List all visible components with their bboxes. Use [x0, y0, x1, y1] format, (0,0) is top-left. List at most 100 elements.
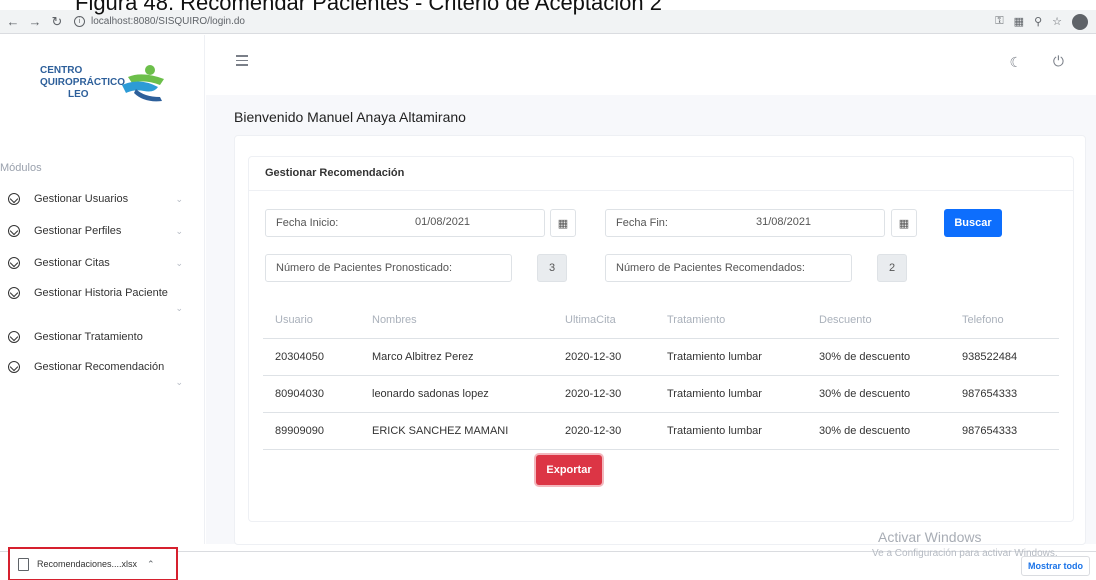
sidebar-item-citas[interactable]: Gestionar Citas ⌄ — [0, 247, 205, 279]
app-shell: CENTRO QUIROPRÁCTICO LEO Módulos Gestion… — [0, 35, 1096, 545]
header-nombres[interactable]: Nombres — [360, 314, 553, 326]
sidebar-item-tratamiento[interactable]: Gestionar Tratamiento ⌄ — [0, 321, 205, 353]
logo-line-3: LEO — [68, 89, 89, 100]
activation-watermark-title: Activar Windows — [878, 529, 982, 545]
top-bar: ☾ ⏻ — [206, 35, 1096, 95]
table-row[interactable]: 20304050 Marco Albitrez Perez 2020-12-30… — [263, 339, 1059, 376]
cell-nombres: leonardo sadonas lopez — [372, 388, 489, 400]
pronosticado-count: 3 — [537, 254, 567, 282]
menu-toggle-icon[interactable] — [236, 55, 248, 66]
cell-telefono: 987654333 — [962, 425, 1018, 437]
cell-descuento: 30% de descuento — [819, 351, 911, 363]
content-panel: Gestionar Recomendación Fecha Inicio: 01… — [234, 135, 1086, 545]
file-icon — [18, 557, 29, 571]
module-icon — [8, 225, 20, 237]
cell-tratamiento: Tratamiento lumbar — [667, 425, 762, 437]
sidebar-item-perfiles[interactable]: Gestionar Perfiles ⌄ — [0, 215, 205, 247]
modules-title: Módulos — [0, 162, 42, 174]
cell-usuario: 80904030 — [275, 388, 324, 400]
cell-ultima-cita: 2020-12-30 — [565, 425, 622, 437]
cell-tratamiento: Tratamiento lumbar — [667, 351, 762, 363]
info-icon[interactable]: i — [74, 16, 85, 27]
address-text: localhost:8080/SISQUIRO/login.do — [91, 16, 245, 27]
recomendados-count: 2 — [877, 254, 907, 282]
sidebar-item-recomendacion[interactable]: Gestionar Recomendación ⌄ — [0, 353, 205, 395]
table-row[interactable]: 89909090 ERICK SANCHEZ MAMANI 2020-12-30… — [263, 413, 1059, 450]
profile-icon[interactable] — [1072, 13, 1088, 30]
module-icon — [8, 257, 20, 269]
logo-line-2: QUIROPRÁCTICO — [40, 77, 125, 88]
cell-tratamiento: Tratamiento lumbar — [667, 388, 762, 400]
cell-telefono: 938522484 — [962, 351, 1018, 363]
cell-nombres: Marco Albitrez Perez — [372, 351, 474, 363]
fecha-inicio-label: Fecha Inicio: — [276, 217, 339, 229]
table-header: Usuario Nombres UltimaCita Tratamiento D… — [263, 302, 1059, 339]
cell-telefono: 987654333 — [962, 388, 1018, 400]
header-ultima-cita[interactable]: UltimaCita — [553, 314, 655, 326]
translate-icon[interactable]: ▦ — [1014, 15, 1024, 28]
brand-logo[interactable]: CENTRO QUIROPRÁCTICO LEO — [28, 55, 178, 115]
activation-watermark-text: Ve a Configuración para activar Windows. — [872, 548, 1058, 559]
reload-icon[interactable]: ↻ — [48, 13, 66, 31]
figure-caption: Figura 48. Recomendar Pacientes - Criter… — [75, 0, 662, 15]
zoom-icon[interactable]: ⚲ — [1034, 15, 1042, 28]
back-arrow-icon[interactable]: ← — [4, 13, 22, 31]
show-all-button[interactable]: Mostrar todo — [1021, 556, 1090, 576]
sidebar-item-label: Gestionar Usuarios — [34, 193, 129, 205]
logo-figure-icon — [122, 65, 164, 102]
recomendados-label: Número de Pacientes Recomendados: — [616, 262, 805, 274]
table-row[interactable]: 80904030 leonardo sadonas lopez 2020-12-… — [263, 376, 1059, 413]
cell-ultima-cita: 2020-12-30 — [565, 351, 622, 363]
logout-icon[interactable]: ⏻ — [1053, 53, 1064, 70]
sidebar-item-usuarios[interactable]: Gestionar Usuarios ⌄ — [0, 183, 205, 215]
exportar-button[interactable]: Exportar — [536, 455, 602, 485]
calendar-icon[interactable]: ▦ — [891, 209, 917, 237]
module-icon — [8, 287, 20, 299]
buscar-button[interactable]: Buscar — [944, 209, 1002, 237]
fecha-fin-field[interactable]: Fecha Fin: — [605, 209, 885, 237]
forward-arrow-icon[interactable]: → — [26, 13, 44, 31]
chevron-down-icon: ⌄ — [175, 257, 183, 268]
fecha-fin-value: 31/08/2021 — [756, 216, 812, 228]
recommendation-card: Gestionar Recomendación Fecha Inicio: 01… — [248, 156, 1074, 522]
cell-usuario: 20304050 — [275, 351, 324, 363]
dark-mode-icon[interactable]: ☾ — [1009, 54, 1022, 71]
chevron-down-icon: ⌄ — [175, 303, 183, 313]
pronosticado-field: Número de Pacientes Pronosticado: — [265, 254, 512, 282]
cell-nombres: ERICK SANCHEZ MAMANI — [372, 425, 509, 437]
sidebar-item-label: Gestionar Perfiles — [34, 225, 122, 237]
chevron-down-icon: ⌄ — [175, 225, 183, 236]
recommendations-table: Usuario Nombres UltimaCita Tratamiento D… — [263, 302, 1059, 450]
sidebar: CENTRO QUIROPRÁCTICO LEO Módulos Gestion… — [0, 35, 205, 544]
main-content: ☾ ⏻ Bienvenido Manuel Anaya Altamirano G… — [206, 35, 1096, 545]
chevron-down-icon: ⌄ — [175, 193, 183, 204]
module-icon — [8, 331, 20, 343]
cell-ultima-cita: 2020-12-30 — [565, 388, 622, 400]
header-telefono[interactable]: Telefono — [950, 314, 1059, 326]
fecha-inicio-value: 01/08/2021 — [415, 216, 471, 228]
sidebar-item-historia[interactable]: Gestionar Historia Paciente ⌄ — [0, 279, 205, 321]
download-filename: Recomendaciones....xlsx — [37, 559, 138, 569]
calendar-icon[interactable]: ▦ — [550, 209, 576, 237]
module-icon — [8, 193, 20, 205]
sidebar-item-label: Gestionar Citas — [34, 257, 110, 269]
address-bar[interactable]: i localhost:8080/SISQUIRO/login.do — [74, 16, 245, 27]
fecha-fin-label: Fecha Fin: — [616, 217, 668, 229]
fecha-inicio-field[interactable]: Fecha Inicio: — [265, 209, 545, 237]
cell-descuento: 30% de descuento — [819, 388, 911, 400]
logo-line-1: CENTRO — [40, 65, 83, 76]
recomendados-field: Número de Pacientes Recomendados: — [605, 254, 852, 282]
logo-text: CENTRO QUIROPRÁCTICO LEO — [40, 65, 125, 101]
header-tratamiento[interactable]: Tratamiento — [655, 314, 807, 326]
download-item[interactable]: Recomendaciones....xlsx ⌃ — [8, 547, 178, 580]
welcome-message: Bienvenido Manuel Anaya Altamirano — [234, 109, 466, 125]
sidebar-item-label: Gestionar Historia Paciente — [34, 287, 168, 299]
chevron-down-icon: ⌄ — [127, 331, 135, 342]
header-usuario[interactable]: Usuario — [263, 314, 360, 326]
star-icon[interactable]: ☆ — [1052, 15, 1062, 28]
key-icon[interactable]: ⚿ — [995, 15, 1003, 28]
chevron-down-icon: ⌄ — [175, 377, 183, 387]
chevron-up-icon[interactable]: ⌃ — [147, 559, 155, 570]
sidebar-menu: Gestionar Usuarios ⌄ Gestionar Perfiles … — [0, 183, 205, 395]
header-descuento[interactable]: Descuento — [807, 314, 950, 326]
